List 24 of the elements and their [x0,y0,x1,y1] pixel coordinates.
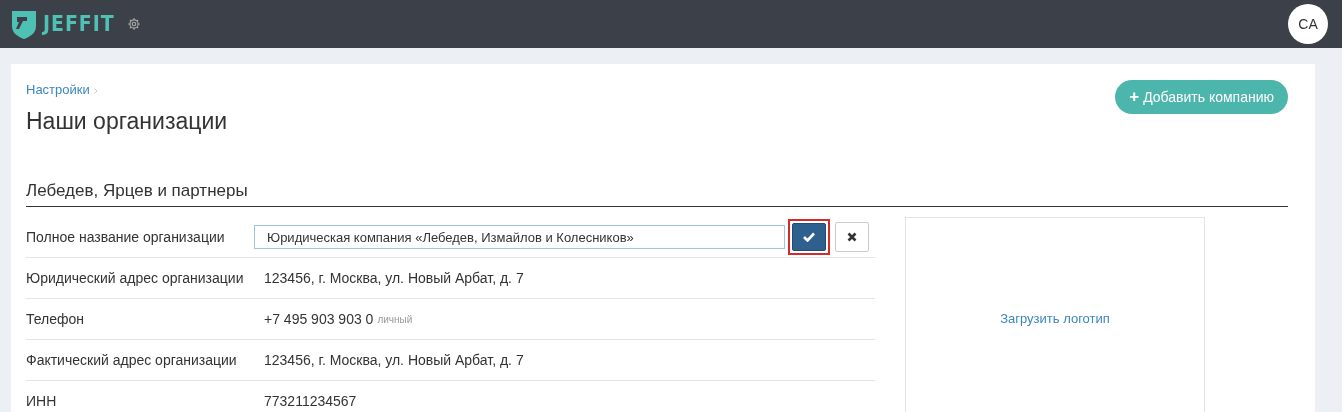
field-label: ИНН [26,393,58,409]
name-input[interactable]: Юридическая компания «Лебедев, Измайлов и Колесников» [254,225,785,249]
close-icon [847,232,857,242]
cancel-button[interactable] [835,222,869,252]
shield-logo-icon [11,9,37,39]
breadcrumb-link[interactable]: Настройки [26,82,90,97]
field-label: Телефон [26,311,86,327]
user-avatar[interactable]: CA [1288,4,1328,44]
field-label: Фактический адрес организации [26,352,238,368]
brand-name: JEFFIT [43,12,115,36]
phone-type: личный [377,313,413,325]
company-name: Лебедев, Ярцев и партнеры [26,181,1288,207]
upload-logo-link[interactable]: Загрузить логотип [1000,310,1110,326]
field-value: 123456, г. Москва, ул. Новый Арбат, д. 7 [264,352,524,368]
add-company-button[interactable]: + Добавить компанию [1115,80,1288,114]
field-value: 123456, г. Москва, ул. Новый Арбат, д. 7 [264,270,524,286]
field-label: Полное название организации [26,229,226,245]
chevron-icon [93,88,98,94]
field-value: +7 495 903 903 0 [264,311,374,327]
page-title: Наши организации [26,108,228,135]
settings-icon[interactable] [126,17,141,31]
check-icon [803,232,815,242]
field-value: 773211234567 [264,393,357,409]
field-label: Юридический адрес организации [26,270,245,286]
